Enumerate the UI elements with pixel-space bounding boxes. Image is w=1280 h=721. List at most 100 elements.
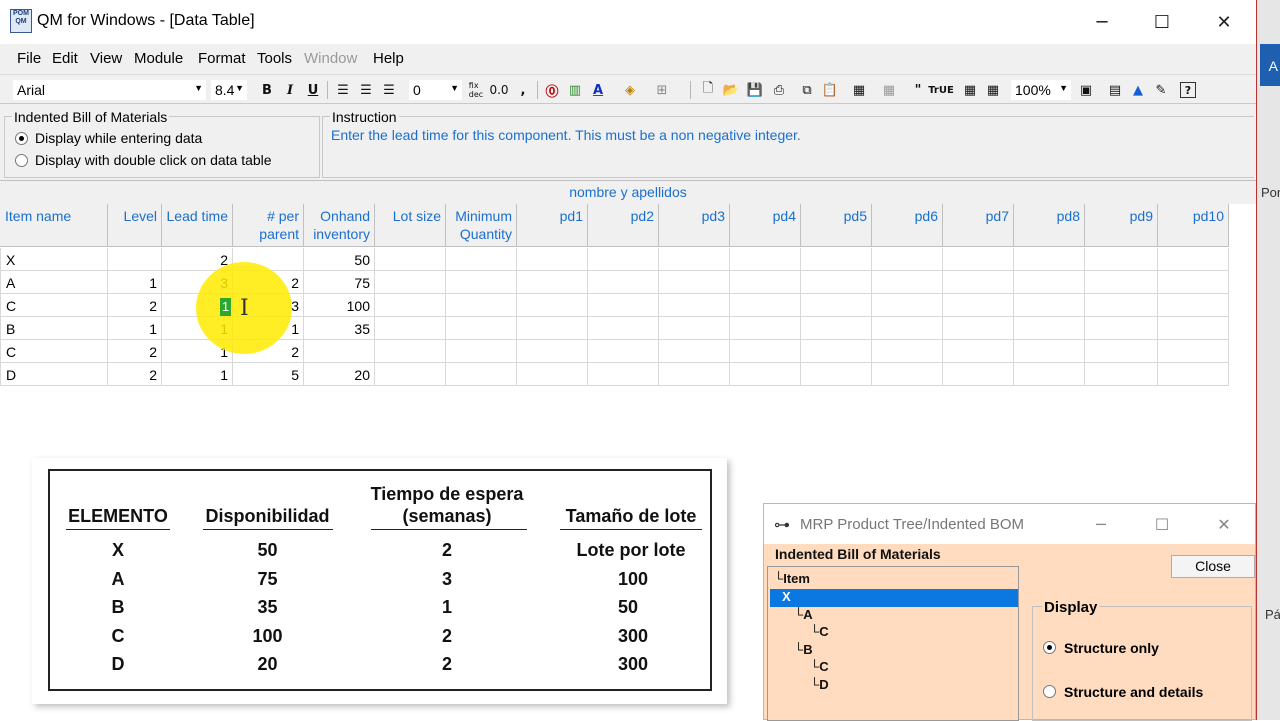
- column-header[interactable]: pd9: [1085, 204, 1158, 247]
- product-tree[interactable]: └Item X └A └C └B └C └D: [767, 566, 1019, 721]
- table-cell[interactable]: [1158, 294, 1229, 317]
- table-cell[interactable]: [446, 340, 517, 363]
- column-header[interactable]: pd2: [588, 204, 659, 247]
- table-cell[interactable]: [1085, 317, 1158, 340]
- radio-display-while-entering[interactable]: [15, 132, 28, 145]
- table-cell[interactable]: [801, 317, 872, 340]
- tree-node-a[interactable]: └A: [794, 607, 813, 622]
- align-right-icon[interactable]: ☰: [379, 79, 399, 101]
- table-cell[interactable]: 20: [304, 363, 375, 386]
- table-cell[interactable]: [375, 363, 446, 386]
- bold-icon[interactable]: B: [257, 79, 277, 101]
- table-cell[interactable]: [943, 317, 1014, 340]
- menu-tools[interactable]: Tools: [257, 50, 292, 67]
- table-cell[interactable]: [730, 340, 801, 363]
- table-cell[interactable]: [730, 248, 801, 271]
- table-cell[interactable]: [588, 317, 659, 340]
- table-cell[interactable]: [801, 363, 872, 386]
- grid-disabled-icon[interactable]: ▦: [879, 79, 899, 101]
- table-cell[interactable]: [517, 363, 588, 386]
- table-cell[interactable]: [943, 271, 1014, 294]
- table-cell[interactable]: [1158, 271, 1229, 294]
- table-cell[interactable]: A: [0, 271, 108, 294]
- table-cell[interactable]: [659, 363, 730, 386]
- table-cell[interactable]: [801, 340, 872, 363]
- radio-display-double-click[interactable]: [15, 154, 28, 167]
- table-cell[interactable]: [801, 294, 872, 317]
- table-cell[interactable]: C: [0, 294, 108, 317]
- table-cell[interactable]: [1014, 271, 1085, 294]
- table-cell[interactable]: [375, 294, 446, 317]
- table-cell[interactable]: [943, 363, 1014, 386]
- table-cell[interactable]: 1: [162, 363, 233, 386]
- table-cell[interactable]: [1085, 294, 1158, 317]
- menu-module[interactable]: Module: [134, 50, 183, 67]
- menu-format[interactable]: Format: [198, 50, 246, 67]
- font-size-select[interactable]: 8.4 ▼: [210, 79, 248, 101]
- quote-icon[interactable]: ": [908, 79, 928, 101]
- table-cell[interactable]: [517, 248, 588, 271]
- print-icon[interactable]: ⎙: [769, 79, 789, 101]
- column-header[interactable]: pd5: [801, 204, 872, 247]
- table-cell[interactable]: [446, 271, 517, 294]
- table-cell[interactable]: [872, 294, 943, 317]
- underline-icon[interactable]: U: [303, 79, 323, 101]
- table-cell[interactable]: [375, 340, 446, 363]
- radio-structure-only[interactable]: [1043, 641, 1056, 654]
- table-cell[interactable]: [588, 271, 659, 294]
- table-alt-icon[interactable]: ▦: [983, 79, 1003, 101]
- table-cell[interactable]: [375, 248, 446, 271]
- table-cell[interactable]: [659, 340, 730, 363]
- table-cell[interactable]: [446, 294, 517, 317]
- column-header[interactable]: pd7: [943, 204, 1014, 247]
- align-left-icon[interactable]: ☰: [333, 79, 353, 101]
- table-cell[interactable]: [872, 248, 943, 271]
- table-cell[interactable]: 35: [304, 317, 375, 340]
- table-cell[interactable]: [517, 294, 588, 317]
- table-cell[interactable]: [1085, 271, 1158, 294]
- mrp-close-icon[interactable]: ✕: [1193, 504, 1255, 544]
- font-color-icon[interactable]: A: [588, 79, 608, 101]
- table-cell[interactable]: 50: [304, 248, 375, 271]
- table-cell[interactable]: [588, 248, 659, 271]
- table-cell[interactable]: [108, 248, 162, 271]
- tree-node-x[interactable]: X: [782, 589, 791, 604]
- table-cell[interactable]: [1158, 340, 1229, 363]
- tree-node-item[interactable]: └Item: [774, 571, 810, 586]
- table-cell[interactable]: 2: [108, 294, 162, 317]
- table-cell[interactable]: [1014, 340, 1085, 363]
- column-header[interactable]: # per parent: [233, 204, 304, 247]
- table-cell[interactable]: [659, 248, 730, 271]
- tree-node-b[interactable]: └B: [794, 642, 813, 657]
- borders-icon[interactable]: ⊞: [652, 79, 672, 101]
- close-dialog-button[interactable]: Close: [1171, 555, 1255, 578]
- table-cell[interactable]: 2: [108, 340, 162, 363]
- comma-icon[interactable]: ,: [513, 79, 533, 101]
- table-cell[interactable]: [730, 294, 801, 317]
- tree-node-c[interactable]: └C: [810, 624, 829, 639]
- menu-view[interactable]: View: [90, 50, 122, 67]
- table-cell[interactable]: [1014, 317, 1085, 340]
- column-header[interactable]: pd10: [1158, 204, 1229, 247]
- selected-cell-value[interactable]: 1: [220, 298, 231, 316]
- column-header[interactable]: Lead time: [162, 204, 233, 247]
- table-cell[interactable]: [943, 294, 1014, 317]
- menu-window[interactable]: Window: [304, 50, 357, 67]
- table-cell[interactable]: 100: [304, 294, 375, 317]
- true-icon[interactable]: TrUE: [928, 79, 954, 101]
- table-cell[interactable]: [446, 363, 517, 386]
- table-cell[interactable]: X: [0, 248, 108, 271]
- copy-icon[interactable]: ⧉: [797, 79, 817, 101]
- column-header[interactable]: pd3: [659, 204, 730, 247]
- mrp-minimize-button[interactable]: ─: [1070, 504, 1132, 544]
- table-cell[interactable]: D: [0, 363, 108, 386]
- save-icon[interactable]: 💾: [745, 79, 765, 101]
- column-header[interactable]: Minimum Quantity: [446, 204, 517, 247]
- column-header[interactable]: pd6: [872, 204, 943, 247]
- table-cell[interactable]: [588, 363, 659, 386]
- table-cell[interactable]: [659, 294, 730, 317]
- column-header[interactable]: Item name: [0, 204, 108, 247]
- tree-node-d[interactable]: └D: [810, 677, 829, 692]
- zero-circle-icon[interactable]: ⓪: [542, 79, 562, 101]
- open-folder-icon[interactable]: 📂: [721, 79, 741, 101]
